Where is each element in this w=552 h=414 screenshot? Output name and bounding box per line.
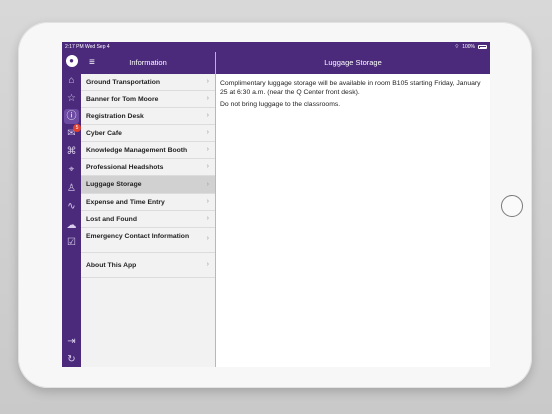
chevron-right-icon: › <box>206 198 209 205</box>
detail-paragraph: Complimentary luggage storage will be av… <box>220 80 481 96</box>
chevron-right-icon: › <box>206 181 209 188</box>
list-item-luggage-storage[interactable]: Luggage Storage › <box>81 176 215 194</box>
badge-icon[interactable]: ⌘ <box>64 144 79 159</box>
status-time-date: 2:17 PM Wed Sep 4 <box>65 44 110 50</box>
chevron-right-icon: › <box>206 129 209 136</box>
detail-title: Luggage Storage <box>324 58 382 67</box>
chevron-right-icon: › <box>206 78 209 85</box>
star-icon[interactable]: ☆ <box>64 91 79 106</box>
list-item-banner-tom-moore[interactable]: Banner for Tom Moore › <box>81 91 215 108</box>
location-icon[interactable]: ⌖ <box>64 162 79 177</box>
people-icon[interactable]: ♙ <box>64 181 79 196</box>
sync-icon[interactable]: ↻ <box>64 352 79 367</box>
battery-percent: 100% <box>462 44 475 50</box>
home-button[interactable] <box>501 195 523 217</box>
home-icon[interactable]: ⌂ <box>64 73 79 88</box>
chevron-right-icon: › <box>206 261 209 268</box>
information-list: Ground Transportation › Banner for Tom M… <box>81 74 215 367</box>
nav-rail: ● ⌂ ☆ ⓘ ✉ 5 ⌘ ⌖ ♙ ∿ ☁ ☑ ⇥ ↻ <box>62 52 81 367</box>
chevron-right-icon: › <box>206 112 209 119</box>
logout-icon[interactable]: ⇥ <box>64 334 79 349</box>
chevron-right-icon: › <box>206 163 209 170</box>
avatar-icon[interactable]: ● <box>64 53 79 68</box>
list-header: ≡ Information <box>81 52 215 74</box>
list-item-about-this-app[interactable]: About This App › <box>81 253 215 278</box>
wifi-icon: ⌔ <box>454 44 460 50</box>
battery-icon <box>478 45 487 49</box>
chat-icon[interactable]: ☁ <box>64 218 79 233</box>
unread-badge: 5 <box>73 124 81 132</box>
list-item-registration-desk[interactable]: Registration Desk › <box>81 108 215 125</box>
activity-icon[interactable]: ∿ <box>64 199 79 214</box>
chevron-right-icon: › <box>206 146 209 153</box>
list-title: Information <box>129 58 167 67</box>
chevron-right-icon: › <box>206 235 209 242</box>
list-item-lost-and-found[interactable]: Lost and Found › <box>81 211 215 228</box>
chevron-right-icon: › <box>206 215 209 222</box>
list-item-cyber-cafe[interactable]: Cyber Cafe › <box>81 125 215 142</box>
list-item-emergency-contact[interactable]: Emergency Contact Information › <box>81 228 215 253</box>
checklist-icon[interactable]: ☑ <box>64 235 79 250</box>
list-item-expense-time-entry[interactable]: Expense and Time Entry › <box>81 194 215 211</box>
list-item-knowledge-management-booth[interactable]: Knowledge Management Booth › <box>81 142 215 159</box>
detail-header: Luggage Storage <box>216 52 490 74</box>
detail-pane: Complimentary luggage storage will be av… <box>216 74 490 367</box>
info-icon[interactable]: ⓘ <box>64 109 79 124</box>
detail-paragraph: Do not bring luggage to the classrooms. <box>220 101 341 108</box>
mail-icon[interactable]: ✉ 5 <box>64 124 81 141</box>
chevron-right-icon: › <box>206 95 209 102</box>
status-right: ⌔ 100% <box>454 42 487 52</box>
list-item-ground-transportation[interactable]: Ground Transportation › <box>81 74 215 91</box>
list-item-professional-headshots[interactable]: Professional Headshots › <box>81 159 215 176</box>
app-screen: 2:17 PM Wed Sep 4 ⌔ 100% ● ⌂ ☆ ⓘ ✉ 5 ⌘ ⌖ … <box>62 42 490 367</box>
status-bar: 2:17 PM Wed Sep 4 ⌔ 100% <box>62 42 490 52</box>
